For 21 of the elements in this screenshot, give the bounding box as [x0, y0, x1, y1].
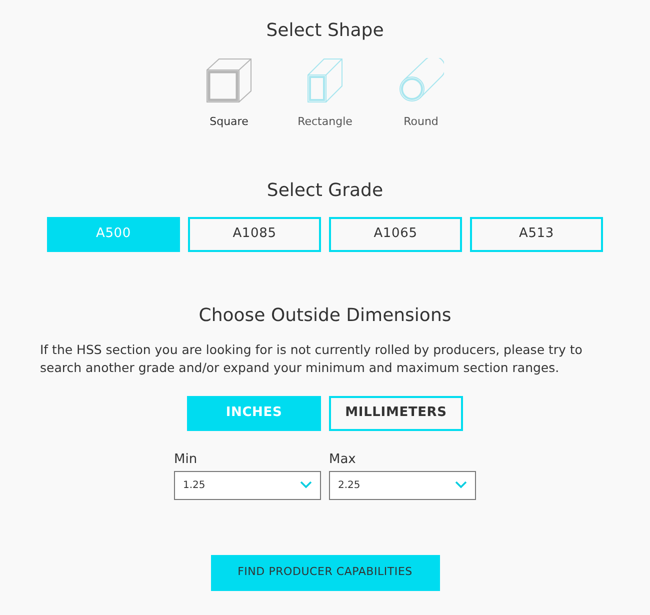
shape-option[interactable]: Rectangle — [295, 58, 355, 130]
grade-tab[interactable]: A1065 — [329, 216, 462, 252]
field-label: Max — [329, 452, 357, 468]
cube-icon — [205, 58, 253, 104]
dropdown-select[interactable]: 1.25 — [174, 470, 321, 500]
dropdown-select[interactable]: 2.25 — [329, 470, 476, 500]
rectangular-prism-icon — [306, 58, 344, 104]
section-title: Choose Outside Dimensions — [198, 304, 452, 328]
grade-tab[interactable]: A513 — [470, 216, 603, 252]
unit-tab[interactable]: MILLIMETERS — [329, 396, 463, 430]
chevron-down-icon — [455, 481, 467, 489]
shape-option[interactable]: Square — [199, 58, 259, 130]
chevron-down-icon — [300, 481, 312, 489]
find-button[interactable]: FIND PRODUCER CAPABILITIES — [210, 554, 440, 590]
section-title: Select Shape — [266, 19, 384, 43]
shape-option[interactable]: Round — [391, 58, 451, 130]
section-title: Select Grade — [266, 178, 384, 202]
description-text: If the HSS section you are looking for is not currently rolled by producers, please try to search another grade and/or expand your minimum and maximum section ranges. — [40, 340, 584, 376]
grade-tab[interactable]: A1085 — [188, 216, 321, 252]
field-label: Min — [174, 452, 198, 468]
cylinder-icon — [398, 58, 444, 104]
